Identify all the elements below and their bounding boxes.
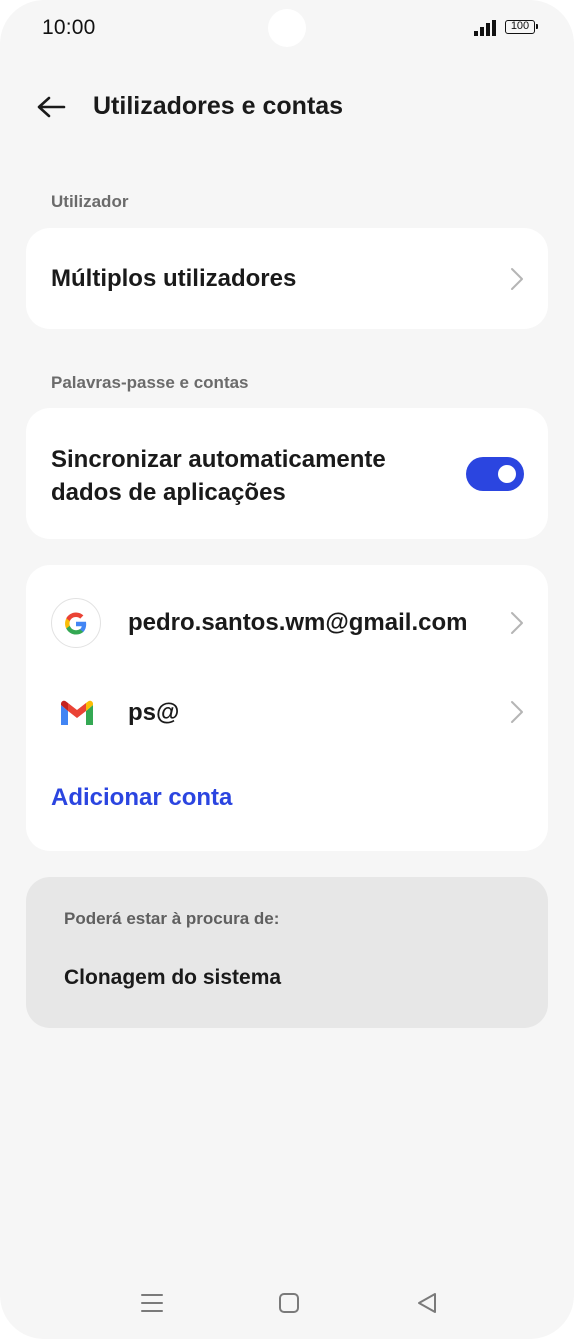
suggestions-card: Poderá estar à procura de: Clonagem do s…	[26, 877, 548, 1028]
camera-cutout	[268, 9, 306, 47]
multiple-users-row[interactable]: Múltiplos utilizadores	[26, 228, 548, 329]
auto-sync-toggle[interactable]	[466, 457, 524, 491]
gmail-icon	[61, 700, 93, 725]
chevron-right-icon	[511, 701, 523, 723]
chevron-right-icon	[511, 612, 523, 634]
multiple-users-label: Múltiplos utilizadores	[51, 265, 297, 292]
suggestions-label: Poderá estar à procura de:	[64, 909, 280, 928]
gmail-account-label: ps@	[128, 699, 180, 726]
google-icon	[51, 598, 101, 648]
signal-bars-icon	[474, 20, 496, 36]
google-account-label: pedro.santos.wm@gmail.com	[128, 609, 468, 636]
battery-icon: 100	[505, 20, 538, 34]
auto-sync-row[interactable]: Sincronizar automaticamente dados de apl…	[26, 408, 548, 539]
menu-icon[interactable]	[139, 1290, 165, 1316]
suggestion-system-clone[interactable]: Clonagem do sistema	[64, 966, 281, 990]
status-time: 10:00	[42, 16, 96, 39]
back-triangle-icon[interactable]	[414, 1290, 440, 1316]
auto-sync-label: Sincronizar automaticamente dados de apl…	[51, 446, 386, 506]
toggle-knob	[498, 465, 516, 483]
home-icon[interactable]	[276, 1290, 302, 1316]
battery-level: 100	[510, 20, 530, 32]
page-title: Utilizadores e contas	[93, 92, 344, 120]
arrow-left-icon[interactable]	[34, 90, 68, 124]
section-label-passwords: Palavras-passe e contas	[51, 373, 249, 392]
accounts-card: pedro.santos.wm@gmail.com ps@ Adicionar …	[26, 565, 548, 851]
add-account-link[interactable]: Adicionar conta	[51, 784, 232, 812]
section-label-user: Utilizador	[51, 192, 129, 211]
phone-screen: 10:00 100 Utilizadores e contas Utilizad…	[0, 0, 574, 1339]
chevron-right-icon	[511, 268, 523, 290]
